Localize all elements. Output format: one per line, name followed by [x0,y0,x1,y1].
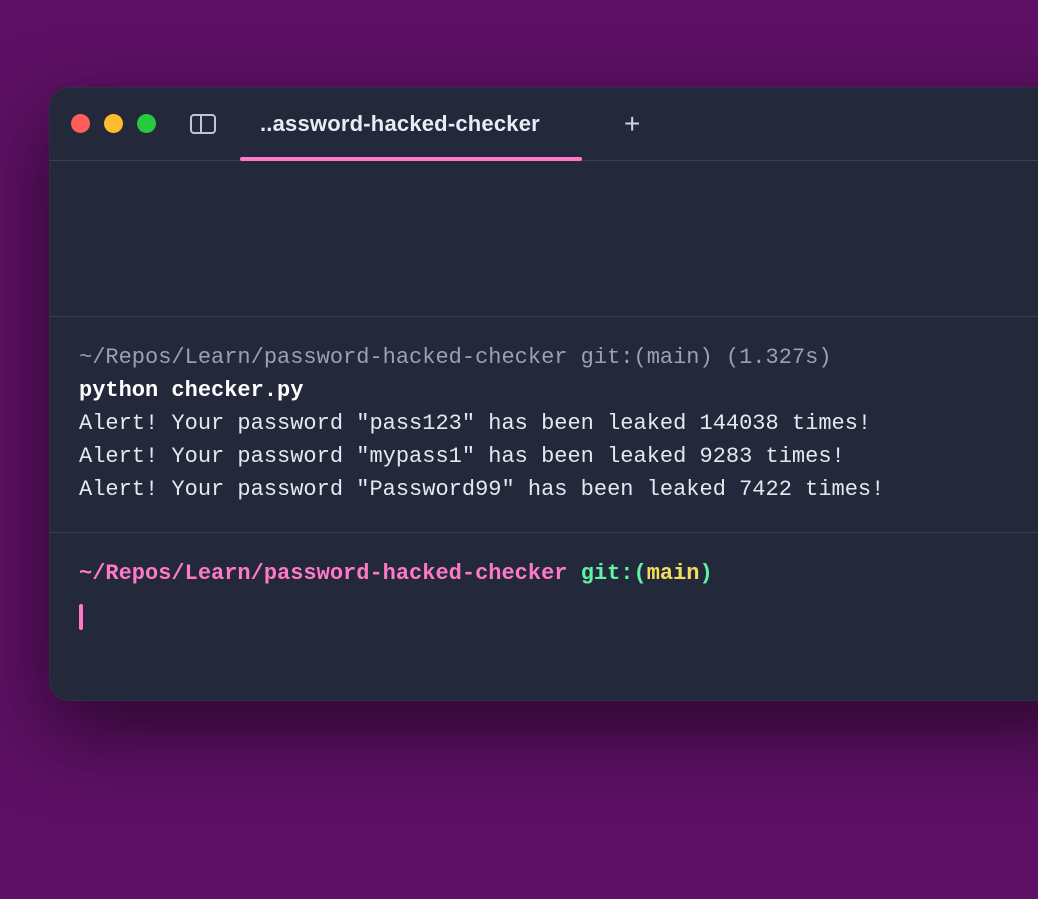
tab-underline [240,157,582,161]
prompt-branch: main [647,561,700,586]
active-prompt[interactable]: ~/Repos/Learn/password-hacked-checker gi… [49,533,1038,590]
zoom-icon[interactable] [137,114,156,133]
terminal-window: ..assword-hacked-checker + ~/Repos/Learn… [49,87,1038,701]
empty-output-block [49,161,1038,317]
tab-active[interactable]: ..assword-hacked-checker [252,87,570,160]
terminal-output-block[interactable]: ~/Repos/Learn/password-hacked-checker gi… [49,317,1038,506]
prompt-git: git: [581,561,634,586]
window-controls [71,114,156,133]
tab-title: ..assword-hacked-checker [260,111,540,137]
titlebar: ..assword-hacked-checker + [49,87,1038,161]
paren-open: ( [634,561,647,586]
prompt-path: ~/Repos/Learn/password-hacked-checker [79,561,567,586]
cursor-icon [79,604,83,630]
prompt-context: ~/Repos/Learn/password-hacked-checker gi… [79,341,1038,374]
paren-close: ) [700,561,713,586]
command-line: python checker.py [79,374,1038,407]
minimize-icon[interactable] [104,114,123,133]
output-line: Alert! Your password "mypass1" has been … [79,440,1038,473]
output-line: Alert! Your password "Password99" has be… [79,473,1038,506]
output-line: Alert! Your password "pass123" has been … [79,407,1038,440]
new-tab-button[interactable]: + [614,104,650,144]
close-icon[interactable] [71,114,90,133]
split-pane-icon[interactable] [190,114,216,134]
